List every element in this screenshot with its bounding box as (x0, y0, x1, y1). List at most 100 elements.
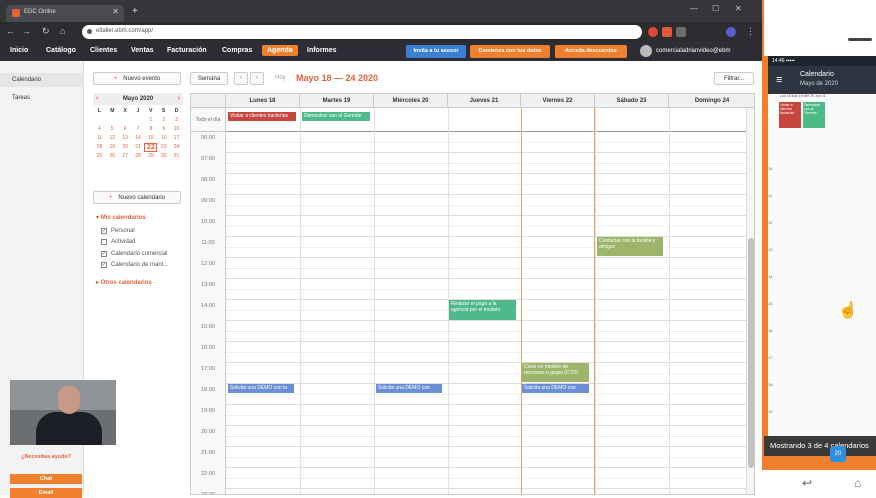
checkbox-icon[interactable]: ✓ (101, 262, 107, 268)
mini-calendar-day[interactable]: 14 (132, 134, 145, 143)
mini-calendar-day[interactable]: 10 (170, 125, 183, 134)
mini-calendar-day[interactable]: 17 (170, 134, 183, 143)
grid-scrollbar[interactable] (746, 108, 754, 494)
today-button[interactable]: Hoy (275, 75, 286, 81)
event-friday-demo[interactable]: Solicita una DEMO con (522, 384, 589, 393)
nav-informes[interactable]: Informes (307, 47, 337, 54)
event-wednesday-demo[interactable]: Solicita una DEMO con (376, 384, 442, 393)
extension-red-icon[interactable] (648, 27, 658, 37)
forward-icon[interactable]: → (22, 26, 31, 36)
mini-calendar-day[interactable]: 29 (144, 152, 157, 161)
nav-clientes[interactable]: Clientes (90, 47, 117, 54)
mini-calendar-day[interactable]: 2 (157, 116, 170, 125)
new-event-button[interactable]: + Nuevo evento (93, 72, 181, 85)
user-avatar[interactable] (640, 45, 652, 57)
phone-event-1[interactable]: Visitar a clientes bacterias (779, 102, 801, 128)
hour-row[interactable]: 10:00 (191, 216, 746, 237)
hour-row[interactable]: 13:00 (191, 279, 746, 300)
nav-catalogo[interactable]: Catálogo (46, 47, 76, 54)
hour-row[interactable]: 06:00 (191, 132, 746, 153)
phone-back-icon[interactable]: ↩ (802, 476, 812, 490)
day-header[interactable]: Lunes 18 (226, 94, 300, 108)
hour-row[interactable]: 16:00 (191, 342, 746, 363)
event-friday[interactable]: Crear un modelo de personas o grupo (CTO… (522, 363, 589, 382)
nav-facturacion[interactable]: Facturación (167, 47, 207, 54)
scroll-thumb[interactable] (748, 238, 754, 468)
mini-calendar-day[interactable]: 27 (119, 152, 132, 161)
hour-row[interactable]: 22:00 (191, 468, 746, 489)
mini-calendar-day[interactable]: 28 (132, 152, 145, 161)
start-data-button[interactable]: Comienza con tus datos (470, 45, 550, 58)
sidebar-item-tareas[interactable]: Tareas (12, 95, 30, 101)
mini-calendar-day[interactable]: 4 (93, 125, 106, 134)
mini-calendar-day[interactable]: 9 (157, 125, 170, 134)
user-email[interactable]: comercialadrianvideo@ebm (656, 48, 730, 54)
profile-icon[interactable] (726, 27, 736, 37)
nav-inicio[interactable]: Inicio (10, 47, 28, 54)
mini-calendar-day[interactable]: 21 (132, 143, 145, 152)
day-header[interactable]: Miércoles 20 (374, 94, 448, 108)
day-header[interactable]: Martes 19 (300, 94, 374, 108)
checkbox-icon[interactable] (101, 239, 107, 245)
day-header[interactable]: Domingo 24 (669, 94, 754, 108)
mini-calendar-day[interactable]: 23 (157, 143, 170, 152)
mini-calendar-day[interactable]: 19 (106, 143, 119, 152)
maximize-icon[interactable]: ☐ (712, 4, 719, 13)
email-button[interactable]: Email (10, 488, 82, 498)
discounts-button[interactable]: Acceda descuentos (555, 45, 627, 58)
mini-calendar-day[interactable]: 20 (119, 143, 132, 152)
hour-row[interactable]: 15:00 (191, 321, 746, 342)
mini-calendar-day[interactable]: 7 (132, 125, 145, 134)
extension-orange-icon[interactable] (662, 27, 672, 37)
mini-calendar-day[interactable]: 25 (93, 152, 106, 161)
mini-calendar-day[interactable]: 13 (119, 134, 132, 143)
extension-gray-icon[interactable] (676, 27, 686, 37)
home-icon[interactable]: ⌂ (60, 26, 65, 36)
day-header[interactable]: Sábado 23 (595, 94, 669, 108)
close-tab-icon[interactable]: ✕ (112, 7, 119, 16)
mini-calendar-day[interactable]: 6 (119, 125, 132, 134)
invite-advisor-button[interactable]: Invita a tu asesor (406, 45, 466, 58)
event-thursday[interactable]: Realizar el pago a la agencia por el mod… (449, 300, 516, 320)
hour-row[interactable]: 08:00 (191, 174, 746, 195)
hour-row[interactable]: 23:00 (191, 489, 746, 494)
mini-calendar-day[interactable]: 24 (170, 143, 183, 152)
mini-calendar-day[interactable]: 8 (144, 125, 157, 134)
new-calendar-button[interactable]: + Nuevo calendario (93, 191, 181, 204)
mini-calendar-day[interactable]: 12 (106, 134, 119, 143)
next-month-icon[interactable]: › (178, 95, 180, 102)
browser-tab[interactable]: EDC Online ✕ (6, 5, 124, 22)
address-bar[interactable]: eltaller.ebm.com/app/ (82, 25, 642, 39)
day-header[interactable]: Jueves 21 (448, 94, 521, 108)
event-monday-demo[interactable]: Solicita una DEMO con tu (228, 384, 294, 393)
minimize-icon[interactable]: — (690, 4, 698, 13)
next-week-button[interactable]: › (250, 72, 264, 85)
hour-row[interactable]: 19:00 (191, 405, 746, 426)
menu-dots-icon[interactable]: ⋮ (746, 26, 755, 37)
mini-calendar-day[interactable]: 15 (144, 134, 157, 143)
event-allday-monday[interactable]: Visitar a clientes bacterias (228, 112, 296, 121)
close-window-icon[interactable]: ✕ (735, 4, 742, 13)
hour-row[interactable]: 21:00 (191, 447, 746, 468)
hour-row[interactable]: 17:00 (191, 363, 746, 384)
mini-calendar-day[interactable]: 5 (106, 125, 119, 134)
checkbox-icon[interactable]: ✓ (101, 251, 107, 257)
view-selector[interactable]: Semana (190, 72, 228, 85)
filter-button[interactable]: Filtrar... (714, 72, 754, 85)
hour-row[interactable]: 09:00 (191, 195, 746, 216)
mini-calendar-day[interactable]: 3 (170, 116, 183, 125)
phone-home-icon[interactable]: ⌂ (854, 476, 861, 490)
prev-week-button[interactable]: ‹ (234, 72, 248, 85)
event-allday-tuesday[interactable]: Demostrar uso al Gerente (302, 112, 370, 121)
phone-event-2[interactable]: Demostrar uso al Gerente (803, 102, 825, 128)
phone-date-badge[interactable]: 20 (830, 446, 846, 462)
mini-calendar-day[interactable]: 22 (144, 143, 158, 152)
hour-row[interactable]: 07:00 (191, 153, 746, 174)
mini-calendar-day[interactable]: 11 (93, 134, 106, 143)
chat-button[interactable]: Chat (10, 474, 82, 484)
mini-calendar-day[interactable]: 31 (170, 152, 183, 161)
mini-calendar-day[interactable]: 18 (93, 143, 106, 152)
hour-row[interactable]: 20:00 (191, 426, 746, 447)
day-header[interactable]: Viernes 22 (521, 94, 595, 108)
nav-agenda[interactable]: Agenda (262, 45, 298, 56)
